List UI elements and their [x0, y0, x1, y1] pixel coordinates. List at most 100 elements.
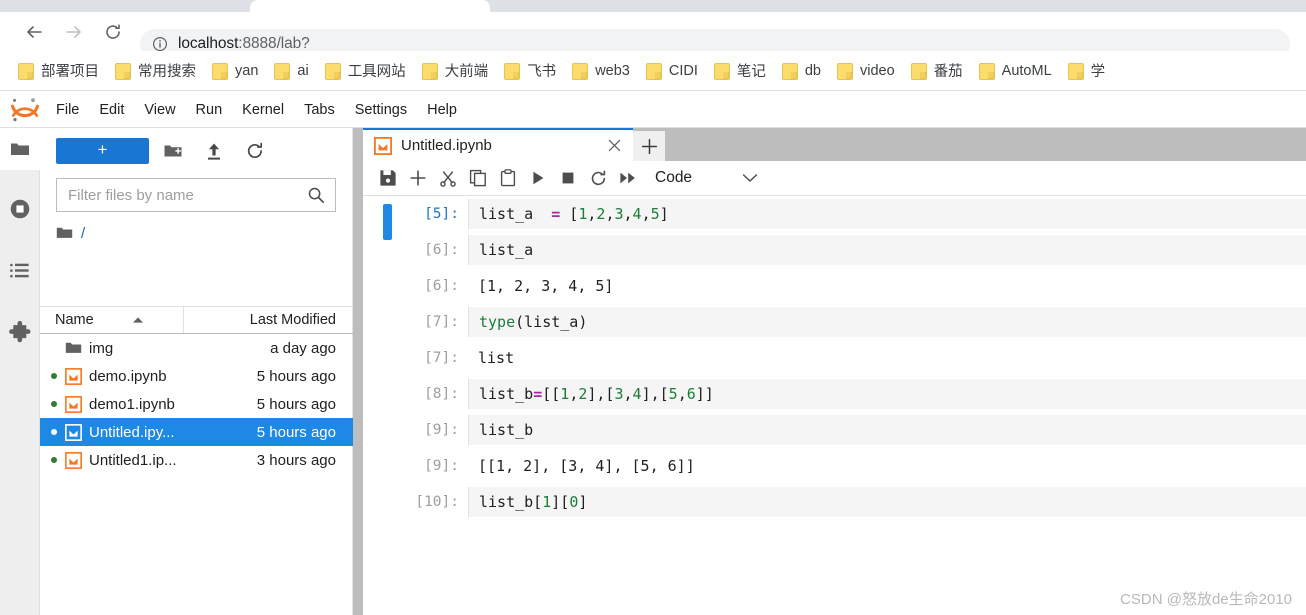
file-list-item[interactable]: demo1.ipynb 5 hours ago	[40, 390, 353, 418]
insert-cell-button[interactable]	[403, 163, 433, 193]
bookmark-item[interactable]: 飞书	[496, 57, 564, 85]
bookmark-item[interactable]: AutoML	[971, 57, 1060, 85]
sidebar-item-extension-manager[interactable]	[0, 313, 40, 355]
bookmark-folder-icon	[212, 63, 228, 80]
menu-view[interactable]: View	[134, 96, 185, 124]
bookmark-item[interactable]: db	[774, 57, 829, 85]
forward-button[interactable]	[62, 20, 86, 44]
bookmark-item[interactable]: 番茄	[903, 57, 971, 85]
refresh-button[interactable]	[238, 137, 272, 165]
folder-icon	[56, 227, 73, 238]
notebook-input-cell[interactable]: [5]: list_a = [1,2,3,4,5]	[363, 199, 1306, 240]
url-host: localhost	[178, 35, 239, 52]
jupyter-logo-icon	[10, 97, 40, 121]
cut-button[interactable]	[433, 163, 463, 193]
notebook-input-cell[interactable]: [7]: type(list_a)	[363, 307, 1306, 337]
file-list-item[interactable]: img a day ago	[40, 334, 353, 362]
cell-prompt: [6]:	[424, 278, 459, 294]
file-name: Untitled1.ip...	[89, 451, 177, 469]
new-folder-button[interactable]	[156, 137, 190, 165]
breadcrumb-root[interactable]: /	[81, 225, 85, 242]
cell-type-dropdown[interactable]: Code	[655, 169, 758, 187]
notebook-cells-area[interactable]: [5]: list_a = [1,2,3,4,5] [6]: list_a [6]: [1…	[363, 197, 1306, 615]
sidebar-splitter[interactable]	[353, 128, 363, 615]
menu-help[interactable]: Help	[417, 96, 467, 124]
copy-button[interactable]	[463, 163, 493, 193]
file-list-item[interactable]: Untitled.ipy... 5 hours ago	[40, 418, 353, 446]
column-header-name[interactable]: Name	[40, 307, 184, 333]
menu-edit[interactable]: Edit	[89, 96, 134, 124]
bookmark-label: 部署项目	[41, 64, 99, 80]
notebook-output-cell[interactable]: [6]: [1, 2, 3, 4, 5]	[363, 271, 1306, 301]
restart-kernel-button[interactable]	[583, 163, 613, 193]
cell-source-code[interactable]: list_a	[468, 235, 1306, 265]
menu-file[interactable]: File	[46, 96, 89, 124]
bookmark-item[interactable]: 常用搜索	[107, 57, 204, 85]
bookmark-item[interactable]: video	[829, 57, 903, 85]
notebook-input-cell[interactable]: [9]: list_b	[363, 415, 1306, 445]
cell-source-code[interactable]: list_a = [1,2,3,4,5]	[468, 199, 1306, 229]
info-circle-icon[interactable]	[152, 36, 168, 52]
bookmark-item[interactable]: ai	[266, 57, 316, 85]
arrow-left-icon	[27, 26, 42, 38]
cell-source-code[interactable]: list_b[1][0]	[468, 487, 1306, 517]
bookmark-item[interactable]: CIDI	[638, 57, 706, 85]
cell-source-code[interactable]: list_b=[[1,2],[3,4],[5,6]]	[468, 379, 1306, 409]
bookmark-folder-icon	[115, 63, 131, 80]
browser-tab-inactive-right[interactable]	[490, 0, 1306, 12]
bookmark-item[interactable]: yan	[204, 57, 266, 85]
cell-source-code[interactable]: type(list_a)	[468, 307, 1306, 337]
browser-tab-inactive-left[interactable]	[0, 0, 250, 12]
back-button[interactable]	[22, 20, 46, 44]
bookmark-item[interactable]: web3	[564, 57, 638, 85]
column-header-last-modified[interactable]: Last Modified	[184, 312, 353, 328]
sidebar-item-file-browser[interactable]	[0, 128, 40, 170]
bookmark-label: 大前端	[444, 64, 489, 80]
browser-tab-active[interactable]	[250, 0, 490, 12]
browser-tab-strip	[0, 0, 1306, 12]
sidebar-item-commands[interactable]	[0, 250, 40, 292]
upload-icon	[208, 143, 220, 160]
bookmark-item[interactable]: 笔记	[706, 57, 774, 85]
bookmark-item[interactable]: 工具网站	[317, 57, 414, 85]
reload-button[interactable]	[101, 20, 125, 44]
notebook-input-cell[interactable]: [10]: list_b[1][0]	[363, 487, 1306, 517]
upload-button[interactable]	[197, 137, 231, 165]
save-button[interactable]	[373, 163, 403, 193]
notebook-output-cell[interactable]: [9]: [[1, 2], [3, 4], [5, 6]]	[363, 451, 1306, 481]
menu-run[interactable]: Run	[186, 96, 233, 124]
file-last-modified: 5 hours ago	[256, 423, 336, 441]
play-icon	[533, 171, 544, 185]
menu-settings[interactable]: Settings	[345, 96, 417, 124]
dock-tab-close-button[interactable]	[601, 133, 627, 159]
menu-tabs[interactable]: Tabs	[294, 96, 345, 124]
dock-tab-untitled-ipynb[interactable]: Untitled.ipynb	[363, 128, 633, 161]
sidebar-item-running-terminals[interactable]	[0, 188, 40, 230]
search-icon[interactable]	[307, 186, 325, 204]
bookmark-item[interactable]: 部署项目	[10, 57, 107, 85]
reload-icon	[106, 24, 120, 39]
file-filter-box[interactable]: Filter files by name	[56, 178, 336, 212]
file-list-item[interactable]: Untitled1.ip... 3 hours ago	[40, 446, 353, 474]
notebook-output-cell[interactable]: [7]: list	[363, 343, 1306, 373]
new-tab-button[interactable]	[633, 131, 665, 161]
bookmark-item[interactable]: 学	[1060, 57, 1114, 85]
jupyterlab-body: + Filter files by name / Name Last Modif…	[0, 128, 1306, 615]
notebook-input-cell[interactable]: [6]: list_a	[363, 235, 1306, 265]
notebook-toolbar: Code	[363, 161, 1306, 196]
new-launcher-button[interactable]: +	[56, 138, 149, 164]
bookmark-item[interactable]: 大前端	[414, 57, 497, 85]
file-list-item[interactable]: demo.ipynb 5 hours ago	[40, 362, 353, 390]
run-button[interactable]	[523, 163, 553, 193]
file-name: img	[89, 339, 114, 357]
breadcrumb[interactable]: /	[56, 220, 85, 246]
paste-button[interactable]	[493, 163, 523, 193]
restart-and-run-all-button[interactable]	[613, 163, 643, 193]
stop-button[interactable]	[553, 163, 583, 193]
jupyter-logo[interactable]	[4, 95, 46, 125]
left-sidebar-rail	[0, 128, 40, 615]
notebook-input-cell[interactable]: [8]: list_b=[[1,2],[3,4],[5,6]]	[363, 379, 1306, 409]
menu-kernel[interactable]: Kernel	[232, 96, 294, 124]
cell-prompt: [7]:	[424, 314, 459, 330]
cell-source-code[interactable]: list_b	[468, 415, 1306, 445]
